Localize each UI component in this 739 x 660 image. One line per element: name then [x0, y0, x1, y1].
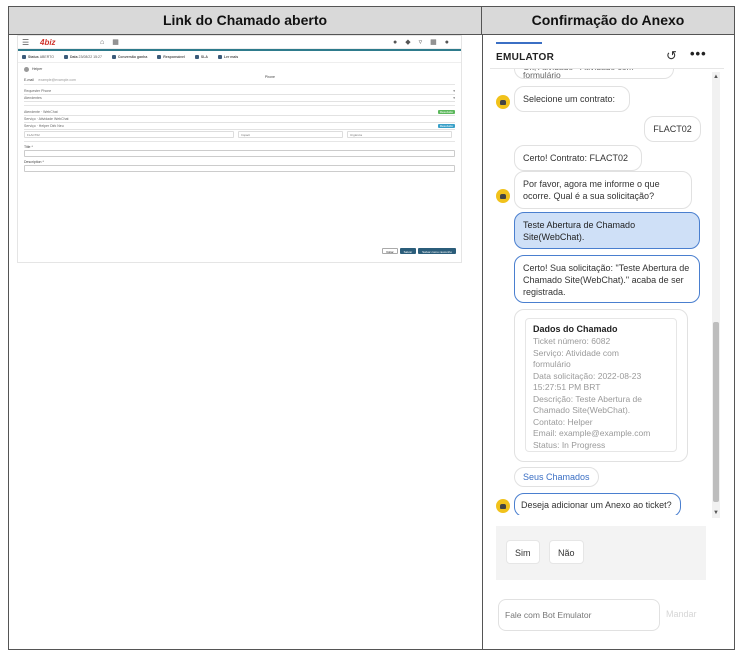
scrollbar-thumb[interactable]	[713, 322, 719, 502]
menu-icon: ☰	[22, 37, 30, 47]
scroll-down-icon[interactable]: ▼	[712, 510, 720, 516]
more-icon[interactable]: •••	[690, 46, 707, 61]
ticket-card: Dados do Chamado Ticket número: 6082 Ser…	[514, 309, 688, 462]
header-left: Link do Chamado aberto	[9, 7, 482, 35]
mini-item: Serviço · Helper Dirk Neu Resolvido	[24, 124, 455, 130]
mini-phone-label: Phone	[264, 75, 275, 79]
column-divider	[482, 35, 483, 649]
grid-icon: ▦	[430, 39, 437, 46]
seus-chamados-button[interactable]: Seus Chamados	[514, 467, 599, 487]
bot-avatar-icon	[496, 95, 510, 109]
bot-message: Selecione um contrato:	[514, 86, 630, 112]
ticket-card-line: Ticket número: 6082	[533, 336, 611, 346]
bot-emulator: EMULATOR ↺ ••• Ok, Atividade - Atividade…	[490, 36, 724, 640]
mini-field: Requester Phone ▾	[24, 89, 455, 95]
ticket-card-line: Chamado Site(WebChat).	[533, 405, 631, 415]
filter-icon: ▿	[418, 39, 423, 46]
status-badge: Resolvido	[437, 124, 455, 128]
mini-email: example@example.com	[38, 78, 76, 82]
app-logo: 4biz	[40, 37, 56, 47]
user-message: FLACT02	[644, 116, 701, 142]
emulator-title: EMULATOR	[496, 52, 555, 63]
ticket-card-line: formulário	[533, 359, 571, 369]
mini-body: Helper E-mail example@example.com Phone …	[18, 63, 461, 177]
bot-avatar-icon	[496, 189, 510, 203]
mini-save-draft-button: Salvar como rascunho	[418, 248, 456, 254]
mini-item: Serviço · Atividade WebChat	[24, 116, 455, 123]
mini-select: Urgência	[347, 131, 452, 138]
mini-email-label: E-mail	[24, 78, 34, 82]
mini-title-input	[24, 150, 455, 157]
bot-message: Certo! Contrato: FLACT02	[514, 145, 642, 171]
mini-tab: Conversão ganha	[111, 54, 147, 59]
ticket-card-line: Descrição: Teste Abertura de	[533, 393, 642, 404]
mini-buttons: Voltar Salvar Salvar como rascunho	[381, 248, 456, 254]
mini-status-tabs: Status ABERTO Data 23/08/22 15:27 Conver…	[18, 51, 461, 63]
header-right: Confirmação do Anexo	[531, 12, 685, 28]
mini-tab: Responsável	[157, 54, 185, 59]
message-input-box	[498, 599, 660, 631]
mini-select: FLACT02	[24, 131, 234, 138]
emulator-header: EMULATOR ↺ •••	[496, 42, 716, 68]
suggested-actions: Sim Não	[496, 526, 706, 580]
mini-tab: Ler mais	[217, 54, 238, 59]
bot-message: Ok, Atividade - Atividade com formulário	[514, 69, 674, 79]
ticket-card-content: Dados do Chamado Ticket número: 6082 Ser…	[525, 318, 677, 452]
bot-message: Certo! Sua solicitação: "Teste Abertura …	[514, 255, 700, 303]
table-header: Link do Chamado aberto Confirmação do An…	[9, 7, 734, 35]
mini-back-button: Voltar	[381, 248, 398, 254]
message-input[interactable]	[505, 606, 653, 624]
restart-icon[interactable]: ↺	[666, 48, 677, 64]
bot-message: Deseja adicionar um Anexo ao ticket?	[514, 493, 681, 515]
send-button[interactable]: Mandar	[666, 609, 697, 619]
ticket-card-line: Serviço: Atividade com	[533, 347, 619, 358]
ticket-card-line: Email: example@example.com	[533, 428, 651, 438]
home-icon: ⌂	[100, 38, 105, 46]
mini-contact-row: E-mail example@example.com Phone	[24, 73, 455, 82]
mini-select: Impact	[238, 131, 343, 138]
tag-icon: ◆	[405, 39, 411, 46]
scroll-up-icon[interactable]: ▲	[712, 74, 720, 80]
chat-transcript: Ok, Atividade - Atividade com formulário…	[490, 69, 712, 515]
ticket-card-line: Status: In Progress	[533, 439, 606, 450]
status-badge: Resolvido	[437, 110, 455, 114]
sim-button[interactable]: Sim	[506, 540, 540, 564]
bot-message: Por favor, agora me informe o que ocorre…	[514, 171, 692, 209]
bell-icon: ●	[393, 38, 398, 46]
mini-tab: SLA	[194, 54, 208, 59]
mini-description-input	[24, 165, 455, 172]
mini-field: Atendentes ▾	[24, 96, 455, 102]
mini-description-label: Description *	[24, 160, 44, 164]
ticket-card-line: Contato: Helper	[533, 416, 593, 427]
ticket-card-line: 15:27:51 PM BRT	[533, 382, 601, 392]
ticket-card-title: Dados do Chamado	[533, 324, 618, 334]
ticket-card-line: Data solicitação: 2022-08-23	[533, 370, 642, 381]
bot-avatar-icon	[496, 499, 510, 513]
mini-save-button: Salvar	[399, 248, 417, 254]
mini-tab: Status ABERTO	[22, 54, 54, 59]
user-icon: ●	[444, 38, 449, 46]
mini-contact: Helper	[24, 65, 455, 73]
calendar-icon: ▦	[112, 39, 119, 46]
chat-scrollbar[interactable]: ▲ ▼	[712, 72, 720, 518]
nao-button[interactable]: Não	[549, 540, 584, 564]
tab-underline	[496, 42, 542, 44]
mini-title-label: Title *	[24, 145, 33, 149]
ticket-screenshot: ☰ 4biz ⌂ ▦ ● ◆ ▿ ▦ ● Status ABERTO Data …	[17, 35, 462, 263]
mini-selects: FLACT02 Impact Urgência	[24, 131, 455, 138]
mini-tab: Data 23/08/22 15:27	[63, 54, 102, 59]
mini-item: Atendente · WebChat Resolvido	[24, 110, 455, 116]
user-message: Teste Abertura de Chamado Site(WebChat).	[514, 212, 700, 249]
mini-topbar: ☰ 4biz ⌂ ▦ ● ◆ ▿ ▦ ●	[18, 36, 461, 49]
